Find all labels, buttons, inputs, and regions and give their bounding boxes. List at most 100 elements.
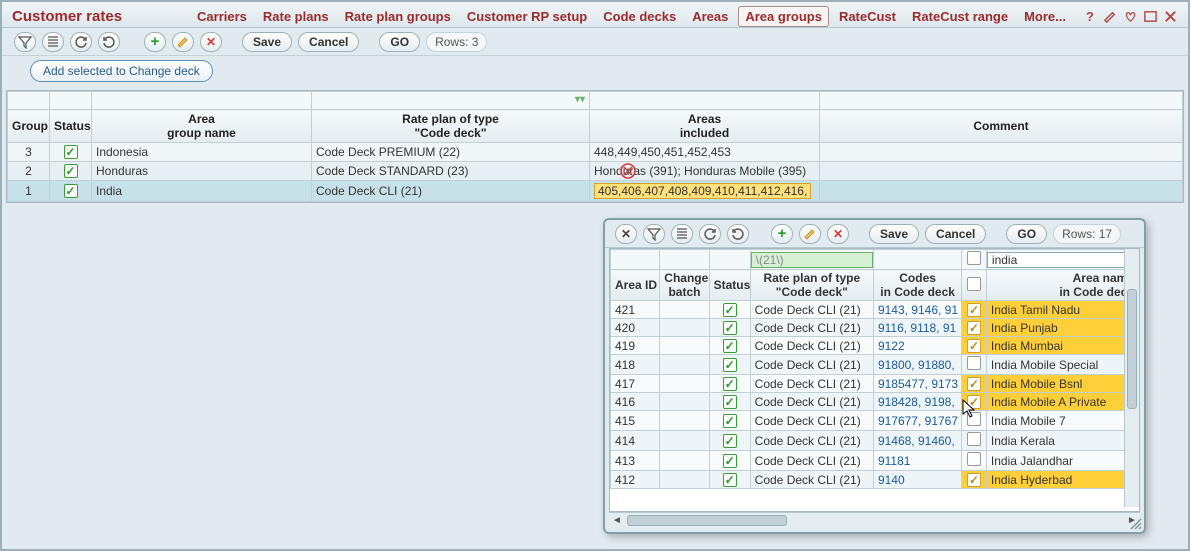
select-checkbox-icon[interactable] bbox=[967, 321, 981, 335]
popup-save-button[interactable]: Save bbox=[869, 224, 919, 244]
nav-more-[interactable]: More... bbox=[1018, 7, 1072, 26]
add-row-button[interactable]: + bbox=[144, 32, 166, 52]
table-row[interactable]: 412Code Deck CLI (21)9140India Hyderbad bbox=[611, 471, 1139, 489]
save-button[interactable]: Save bbox=[242, 32, 292, 52]
cell-codes[interactable]: 91181 bbox=[873, 451, 961, 471]
cell-select[interactable] bbox=[962, 355, 987, 375]
cell-select[interactable] bbox=[962, 319, 987, 337]
cell-status[interactable] bbox=[709, 451, 750, 471]
popup-cancel-button[interactable]: Cancel bbox=[925, 224, 986, 244]
popup-add-button[interactable]: + bbox=[771, 224, 793, 244]
cell-status[interactable] bbox=[709, 431, 750, 451]
add-to-change-deck-button[interactable]: Add selected to Change deck bbox=[30, 60, 213, 82]
edit-row-button[interactable] bbox=[172, 32, 194, 52]
cell-codes[interactable]: 91468, 91460, bbox=[873, 431, 961, 451]
pfilter-status[interactable] bbox=[709, 250, 750, 270]
cell-codes[interactable]: 9140 bbox=[873, 471, 961, 489]
filter-areas[interactable] bbox=[590, 92, 820, 110]
status-checkbox-icon[interactable] bbox=[64, 184, 78, 198]
nav-ratecust-range[interactable]: RateCust range bbox=[906, 7, 1014, 26]
cell-status[interactable] bbox=[709, 411, 750, 431]
table-row[interactable]: 418Code Deck CLI (21)91800, 91880,India … bbox=[611, 355, 1139, 375]
columns-icon[interactable] bbox=[42, 32, 64, 52]
cell-select[interactable] bbox=[962, 411, 987, 431]
cell-codes[interactable]: 9116, 9118, 91 bbox=[873, 319, 961, 337]
table-row[interactable]: 417Code Deck CLI (21)9185477, 9173India … bbox=[611, 375, 1139, 393]
popup-filter-icon[interactable] bbox=[643, 224, 665, 244]
pfilter-change-batch[interactable] bbox=[660, 250, 709, 270]
table-row[interactable]: 419Code Deck CLI (21)9122India Mumbai bbox=[611, 337, 1139, 355]
popup-refresh-cw-icon[interactable] bbox=[727, 224, 749, 244]
nav-rate-plan-groups[interactable]: Rate plan groups bbox=[339, 7, 457, 26]
cell-areas[interactable]: 448,449,450,451,452,453 bbox=[590, 143, 820, 162]
resize-grip-icon[interactable] bbox=[1128, 516, 1142, 530]
delete-row-button[interactable]: ✕ bbox=[200, 32, 222, 52]
heart-icon[interactable] bbox=[1122, 8, 1138, 24]
cell-codes[interactable]: 917677, 91767 bbox=[873, 411, 961, 431]
cell-areas[interactable]: Honduras (391); Honduras Mobile (395) bbox=[590, 162, 820, 181]
popup-edit-button[interactable] bbox=[799, 224, 821, 244]
select-checkbox-icon[interactable] bbox=[967, 303, 981, 317]
help-icon[interactable]: ? bbox=[1082, 8, 1098, 24]
status-checkbox-icon[interactable] bbox=[64, 145, 78, 159]
popup-columns-icon[interactable] bbox=[671, 224, 693, 244]
cell-codes[interactable]: 9185477, 9173 bbox=[873, 375, 961, 393]
nav-ratecust[interactable]: RateCust bbox=[833, 7, 902, 26]
close-icon[interactable] bbox=[1162, 8, 1178, 24]
nav-areas[interactable]: Areas bbox=[686, 7, 734, 26]
refresh-cw-icon[interactable] bbox=[98, 32, 120, 52]
nav-rate-plans[interactable]: Rate plans bbox=[257, 7, 335, 26]
cell-codes[interactable]: 9143, 9146, 91 bbox=[873, 301, 961, 319]
select-checkbox-icon[interactable] bbox=[967, 339, 981, 353]
status-checkbox-icon[interactable] bbox=[723, 434, 737, 448]
edit-icon[interactable] bbox=[1102, 8, 1118, 24]
table-row[interactable]: 420Code Deck CLI (21)9116, 9118, 91India… bbox=[611, 319, 1139, 337]
pcol-select[interactable] bbox=[962, 270, 987, 301]
nav-area-groups[interactable]: Area groups bbox=[738, 6, 829, 27]
select-checkbox-icon[interactable] bbox=[967, 356, 981, 370]
popup-delete-button[interactable]: ✕ bbox=[827, 224, 849, 244]
popup-close-button[interactable]: ✕ bbox=[615, 224, 637, 244]
cell-select[interactable] bbox=[962, 393, 987, 411]
cell-select[interactable] bbox=[962, 451, 987, 471]
cell-status[interactable] bbox=[709, 355, 750, 375]
filter-comment[interactable] bbox=[820, 92, 1183, 110]
cell-status[interactable] bbox=[50, 162, 92, 181]
cell-status[interactable] bbox=[50, 181, 92, 202]
cell-select[interactable] bbox=[962, 431, 987, 451]
window-icon[interactable] bbox=[1142, 8, 1158, 24]
pfilter-codes[interactable] bbox=[873, 250, 961, 270]
scroll-left-icon[interactable]: ◄ bbox=[610, 514, 624, 527]
cell-status[interactable] bbox=[709, 337, 750, 355]
nav-code-decks[interactable]: Code decks bbox=[597, 7, 682, 26]
popup-hscroll[interactable]: ◄ ► bbox=[609, 512, 1140, 528]
cell-select[interactable] bbox=[962, 337, 987, 355]
pfilter-rate-plan[interactable] bbox=[750, 250, 873, 270]
table-row[interactable]: 421Code Deck CLI (21)9143, 9146, 91India… bbox=[611, 301, 1139, 319]
select-checkbox-icon[interactable] bbox=[967, 395, 981, 409]
chevron-down-icon[interactable]: ▾▾ bbox=[575, 94, 585, 105]
cancel-button[interactable]: Cancel bbox=[298, 32, 359, 52]
filter-area-name[interactable] bbox=[92, 92, 312, 110]
cell-status[interactable] bbox=[709, 375, 750, 393]
table-row[interactable]: 414Code Deck CLI (21)91468, 91460,India … bbox=[611, 431, 1139, 451]
popup-go-button[interactable]: GO bbox=[1006, 224, 1047, 244]
cell-codes[interactable]: 918428, 9198, bbox=[873, 393, 961, 411]
status-checkbox-icon[interactable] bbox=[723, 358, 737, 372]
filter-status[interactable] bbox=[50, 92, 92, 110]
table-row[interactable]: 413Code Deck CLI (21)91181India Jalandha… bbox=[611, 451, 1139, 471]
pfilter-area-id[interactable] bbox=[611, 250, 660, 270]
filter-rate-plan[interactable]: ▾▾ bbox=[312, 92, 590, 110]
cell-status[interactable] bbox=[50, 143, 92, 162]
status-checkbox-icon[interactable] bbox=[723, 303, 737, 317]
status-checkbox-icon[interactable] bbox=[723, 339, 737, 353]
cell-select[interactable] bbox=[962, 301, 987, 319]
status-checkbox-icon[interactable] bbox=[723, 395, 737, 409]
select-checkbox-icon[interactable] bbox=[967, 377, 981, 391]
cell-areas[interactable]: 405,406,407,408,409,410,411,412,416, bbox=[590, 181, 820, 202]
select-checkbox-icon[interactable] bbox=[967, 412, 981, 426]
select-checkbox-icon[interactable] bbox=[967, 432, 981, 446]
table-row[interactable]: 3IndonesiaCode Deck PREMIUM (22)448,449,… bbox=[8, 143, 1183, 162]
status-checkbox-icon[interactable] bbox=[723, 377, 737, 391]
status-checkbox-icon[interactable] bbox=[723, 473, 737, 487]
